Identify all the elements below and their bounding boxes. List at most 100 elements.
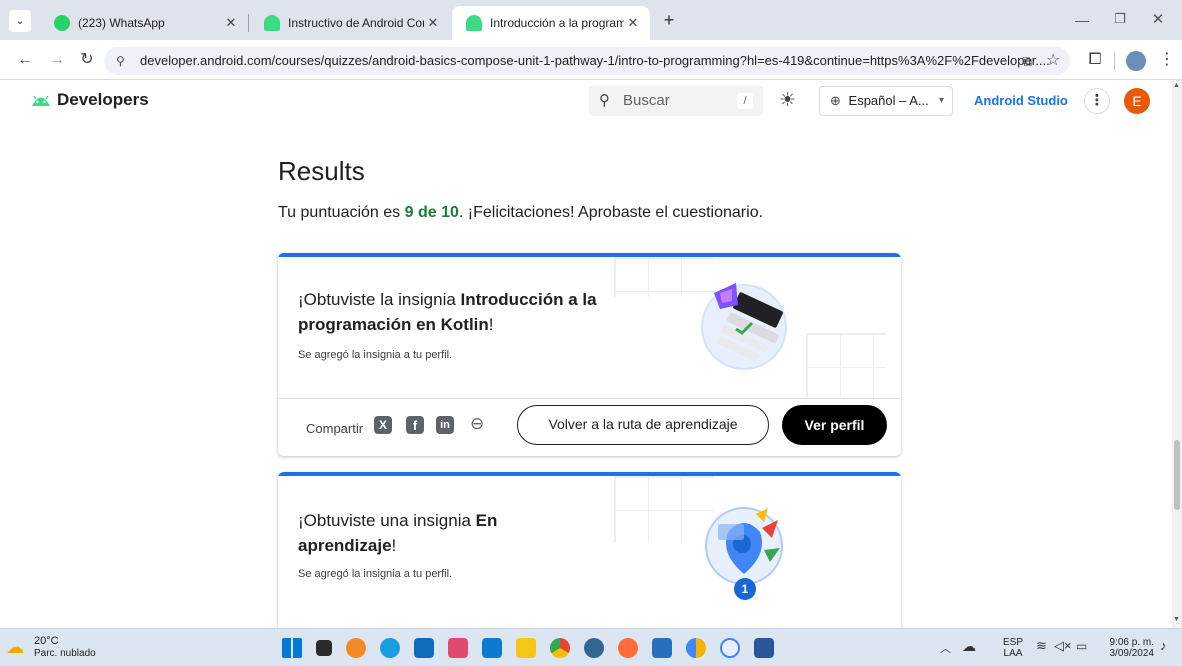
close-icon[interactable]: ✕	[424, 15, 442, 31]
tab-android-compose[interactable]: Instructivo de Android Compos ✕	[250, 6, 450, 40]
clock-time: 9:06 p. m.	[1109, 637, 1154, 648]
developers-logo[interactable]: Developers	[30, 90, 149, 110]
badge-card-intro-kotlin: ¡Obtuviste la insignia Introducción a la…	[278, 253, 901, 456]
toolbar-separator	[1114, 52, 1115, 70]
language-indicator[interactable]: ESP LAA	[1000, 637, 1026, 659]
close-icon[interactable]: ✕	[624, 15, 642, 31]
task-view-icon[interactable]	[316, 640, 332, 656]
onedrive-icon[interactable]: ☁	[962, 638, 976, 655]
tab-separator	[248, 14, 249, 32]
scroll-up-arrow[interactable]: ▲	[1173, 82, 1180, 89]
search-placeholder: Buscar	[623, 92, 670, 109]
search-icon: ⚲	[599, 92, 610, 109]
install-app-icon[interactable]: ⧉	[1022, 47, 1032, 75]
wifi-icon[interactable]: ≋	[1036, 638, 1047, 654]
language-label: Español – A...	[848, 93, 929, 108]
weather-temp: 20°C	[34, 635, 59, 647]
forward-icon[interactable]: →	[46, 50, 68, 72]
card-grid-decoration	[806, 333, 886, 399]
score-prefix: Tu puntuación es	[278, 204, 405, 221]
android-logo-icon	[32, 95, 50, 106]
scroll-down-arrow[interactable]: ▼	[1173, 616, 1180, 623]
scrollbar-thumb[interactable]	[1174, 440, 1180, 510]
battery-icon[interactable]: ▭	[1076, 639, 1087, 653]
theme-toggle-icon[interactable]: ☀	[779, 89, 796, 112]
postman-icon[interactable]	[618, 638, 638, 658]
chrome-canary-icon[interactable]	[686, 638, 706, 658]
card-accent-bar	[278, 253, 901, 257]
site-info-icon[interactable]: ⚲	[116, 47, 125, 75]
minimize-button[interactable]: —	[1072, 12, 1092, 28]
notification-bell-icon[interactable]: ♪	[1160, 638, 1167, 653]
language-selector[interactable]: ⊕ Español – A... ▾	[819, 86, 953, 116]
show-hidden-icons[interactable]: ︿	[940, 640, 951, 656]
widgets-icon[interactable]	[346, 638, 366, 658]
view-profile-button[interactable]: Ver perfil	[782, 405, 887, 445]
card-divider	[278, 398, 901, 399]
more-options-icon[interactable]: ⋮	[1084, 88, 1110, 114]
share-label: Compartir	[306, 421, 364, 436]
link-icon[interactable]: ⊖	[470, 414, 484, 434]
bookmark-star-icon[interactable]: ☆	[1046, 47, 1060, 75]
card-accent-bar	[278, 472, 901, 476]
back-icon[interactable]: ←	[14, 50, 36, 72]
cloud-sun-icon: ☁	[6, 637, 24, 657]
android-studio-taskbar-icon[interactable]	[720, 638, 740, 658]
windows-start-icon[interactable]	[282, 638, 302, 658]
search-shortcut-key: /	[737, 93, 753, 109]
badge-title: ¡Obtuviste una insignia En aprendizaje!	[298, 511, 498, 555]
address-bar[interactable]: ⚲ developer.android.com/courses/quizzes/…	[104, 47, 1070, 75]
browser-menu-icon[interactable]: ⋮	[1156, 50, 1178, 72]
tab-whatsapp[interactable]: (223) WhatsApp ✕	[40, 6, 248, 40]
site-search-input[interactable]: ⚲ Buscar /	[589, 86, 763, 116]
vscode-icon[interactable]	[482, 638, 502, 658]
weather-desc: Parc. nublado	[34, 648, 96, 659]
results-heading: Results	[278, 156, 365, 186]
badge-card-learning: ¡Obtuviste una insignia En aprendizaje! …	[278, 472, 901, 628]
postgres-icon[interactable]	[584, 638, 604, 658]
store-icon[interactable]	[414, 638, 434, 658]
close-window-button[interactable]: ✕	[1148, 10, 1168, 28]
badge-count-bubble: 1	[734, 578, 756, 600]
kotlin-badge-icon	[701, 283, 787, 370]
tab-label: (223) WhatsApp	[78, 16, 165, 30]
brand-name: Developers	[57, 90, 149, 109]
volume-muted-icon[interactable]: ◁×	[1054, 638, 1072, 654]
page-scrollbar[interactable]: ▲ ▼	[1172, 80, 1182, 628]
user-avatar[interactable]: E	[1124, 88, 1150, 114]
badge-subtitle: Se agregó la insignia a tu perfil.	[298, 349, 453, 361]
sublime-icon[interactable]	[448, 638, 468, 658]
restore-button[interactable]: ❐	[1110, 11, 1130, 27]
profile-avatar-icon[interactable]	[1126, 51, 1146, 71]
weather-widget[interactable]: ☁ 20°C Parc. nublado	[6, 633, 116, 663]
facebook-icon[interactable]: f	[406, 416, 424, 434]
linkedin-icon[interactable]: in	[436, 416, 454, 434]
tab-search-button[interactable]: ⌄	[9, 10, 31, 32]
back-to-path-button[interactable]: Volver a la ruta de aprendizaje	[517, 405, 769, 445]
extensions-icon[interactable]: ⧠	[1084, 50, 1106, 72]
tab-intro-programming[interactable]: Introducción a la programación ✕	[452, 6, 650, 40]
whatsapp-icon	[54, 15, 70, 31]
score-text: Tu puntuación es 9 de 10. ¡Felicitacione…	[278, 204, 763, 222]
close-icon[interactable]: ✕	[222, 15, 240, 31]
chrome-icon[interactable]	[550, 638, 570, 658]
badge-title: ¡Obtuviste la insignia Introducción a la…	[298, 290, 597, 334]
clock-date: 3/09/2024	[1109, 648, 1155, 659]
url-text: developer.android.com/courses/quizzes/an…	[140, 53, 1050, 68]
globe-icon: ⊕	[830, 93, 841, 108]
word-icon[interactable]	[754, 638, 774, 658]
android-icon	[466, 15, 482, 31]
clock[interactable]: 9:06 p. m. 3/09/2024	[1094, 637, 1155, 659]
windows-taskbar: ☁ 20°C Parc. nublado ︿ ☁ ESP LAA ≋ ◁× ▭ …	[0, 628, 1182, 666]
powershell-icon[interactable]	[652, 638, 672, 658]
new-tab-button[interactable]: +	[658, 10, 680, 32]
tab-label: Introducción a la programación	[490, 16, 624, 30]
edge-icon[interactable]	[380, 638, 400, 658]
android-studio-link[interactable]: Android Studio	[974, 93, 1068, 108]
reload-icon[interactable]: ↻	[76, 50, 98, 72]
main-content: Results Tu puntuación es 9 de 10. ¡Felic…	[0, 122, 1172, 628]
score-value: 9 de 10	[404, 204, 459, 221]
file-explorer-icon[interactable]	[516, 638, 536, 658]
x-twitter-icon[interactable]: X	[374, 416, 392, 434]
chevron-down-icon: ▾	[938, 95, 944, 106]
